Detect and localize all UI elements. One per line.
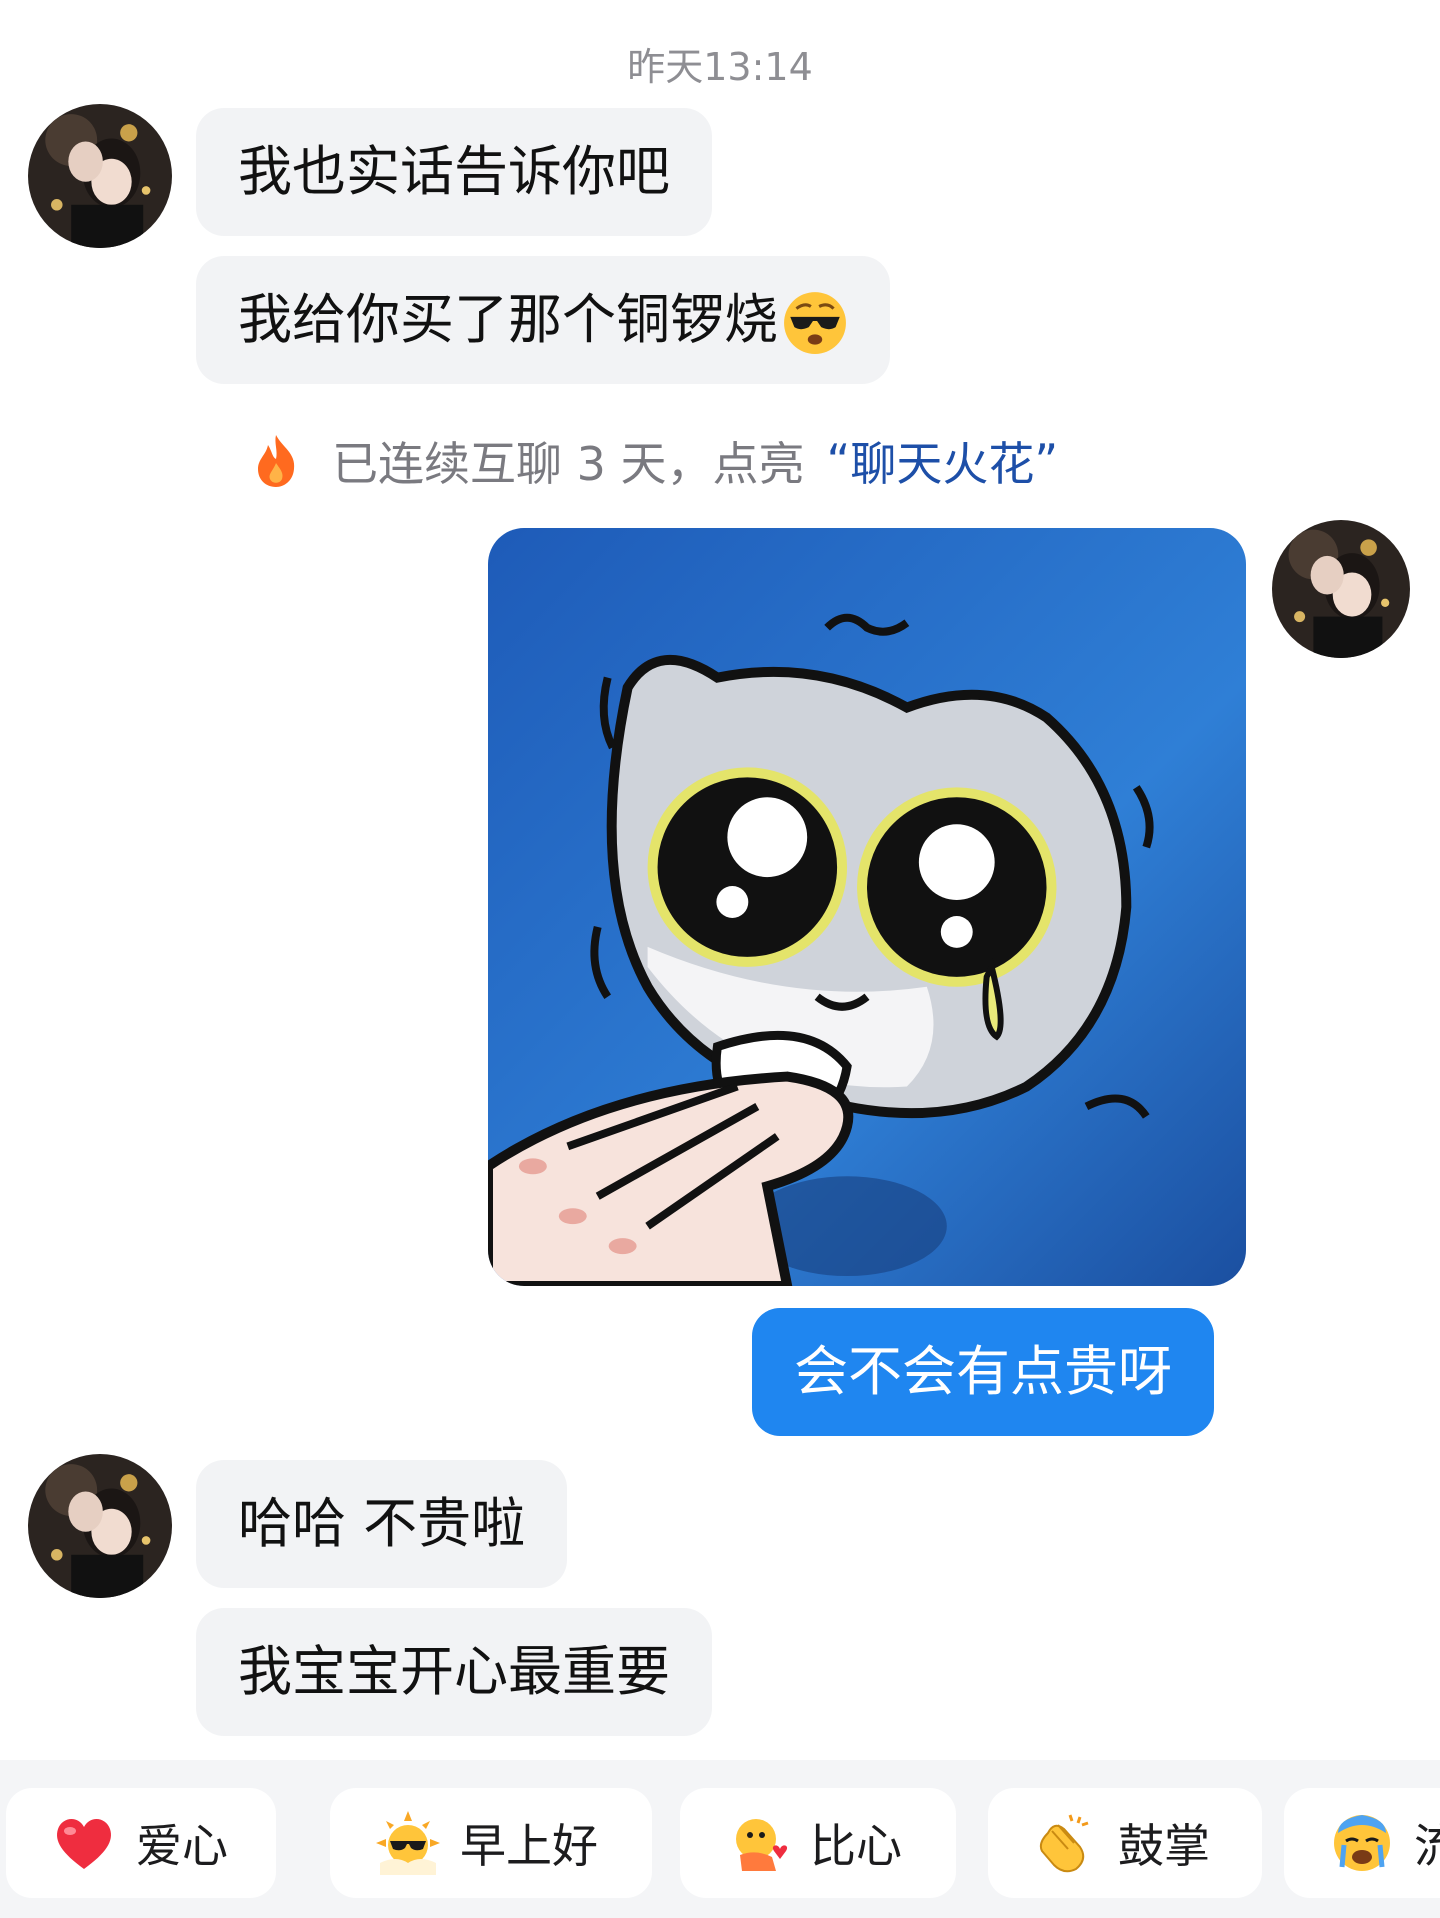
avatar-photo (1272, 520, 1410, 658)
quick-reply-good-morning[interactable]: 早上好 (330, 1788, 652, 1898)
clapping-hands-icon (1039, 1814, 1089, 1873)
quick-reply-heart[interactable]: 爱心 (6, 1788, 276, 1898)
incoming-message-bubble[interactable]: 哈哈 不贵啦 (196, 1460, 568, 1588)
quick-reply-label: 鼓掌 (1118, 1819, 1210, 1873)
crying-face-icon (1334, 1815, 1390, 1871)
quick-reply-clap[interactable]: 鼓掌 (988, 1788, 1262, 1898)
message-text: 我宝宝开心最重要 (238, 1640, 670, 1703)
crying-cat-sticker-image (488, 528, 1246, 1286)
quick-reply-label: 早上好 (460, 1819, 598, 1873)
notice-open-quote: “ (826, 434, 851, 488)
avatar-photo (28, 104, 172, 248)
quick-reply-finger-heart[interactable]: 比心 (680, 1788, 956, 1898)
chat-spark-notice: 已连续互聊 3 天，点亮 “聊天火花” (252, 428, 1058, 494)
quick-reply-bar[interactable]: 爱心 早上好 比心 鼓掌 流 (0, 1760, 1440, 1918)
outgoing-message-bubble[interactable]: 会不会有点贵呀 (752, 1308, 1214, 1436)
quick-reply-label: 比心 (810, 1819, 902, 1873)
message-text: 我给你买了那个铜锣烧 (238, 288, 778, 351)
contact-avatar[interactable] (28, 1454, 172, 1598)
quick-reply-label: 爱心 (136, 1819, 228, 1873)
avatar-photo (28, 1454, 172, 1598)
quick-reply-crying[interactable]: 流 (1284, 1788, 1440, 1898)
notice-close-quote: ” (1034, 434, 1059, 488)
finger-heart-icon (736, 1819, 788, 1871)
sunglasses-emoji-icon (784, 292, 846, 355)
heart-icon (57, 1818, 111, 1869)
incoming-message-bubble[interactable]: 我也实话告诉你吧 (196, 108, 712, 236)
message-timestamp: 昨天13:14 (627, 45, 813, 89)
contact-avatar[interactable] (28, 104, 172, 248)
notice-text: 已连续互聊 3 天，点亮 (332, 437, 805, 491)
incoming-message-bubble[interactable]: 我宝宝开心最重要 (196, 1608, 712, 1736)
flame-icon (258, 435, 295, 487)
incoming-message-bubble[interactable]: 我给你买了那个铜锣烧 (196, 256, 890, 384)
chat-spark-link[interactable]: 聊天火花 (850, 428, 1034, 494)
sun-sunglasses-icon (376, 1811, 440, 1875)
message-text: 会不会有点贵呀 (794, 1340, 1172, 1403)
quick-reply-label: 流 (1414, 1819, 1440, 1873)
message-text: 哈哈 不贵啦 (238, 1492, 526, 1555)
my-avatar[interactable] (1272, 520, 1410, 658)
crying-cat-sticker[interactable] (488, 528, 1246, 1286)
message-text: 我也实话告诉你吧 (238, 140, 670, 203)
